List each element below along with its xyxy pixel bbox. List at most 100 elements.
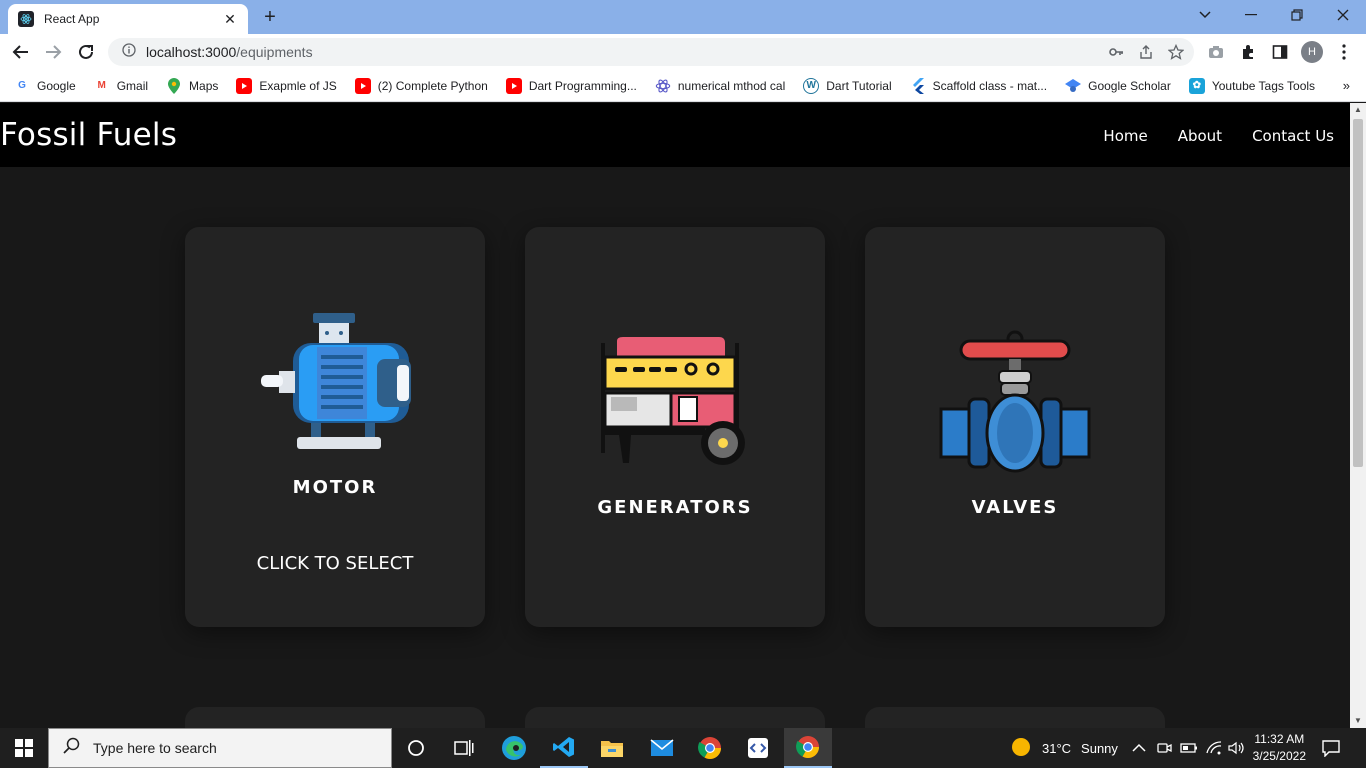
browser-tab[interactable]: React App ✕	[8, 4, 248, 34]
site-brand[interactable]: Fossil Fuels	[0, 117, 177, 153]
camera-icon[interactable]	[1204, 40, 1228, 64]
forward-button[interactable]	[40, 39, 66, 65]
motor-icon	[261, 313, 411, 449]
minimize-button[interactable]	[1228, 0, 1274, 30]
volume-icon[interactable]	[1228, 728, 1246, 768]
new-tab-button[interactable]: +	[258, 6, 282, 28]
bookmark-google[interactable]: G Google	[14, 78, 76, 94]
card-label: MOTOR	[292, 477, 378, 498]
equipment-card-valves[interactable]: VALVES	[865, 227, 1165, 627]
equipment-card-row2-2[interactable]	[525, 707, 825, 728]
bookmark-dart-programming[interactable]: Dart Programming...	[505, 77, 637, 94]
generator-icon	[601, 337, 745, 465]
task-view-icon[interactable]	[440, 728, 488, 768]
extensions-icon[interactable]	[1236, 40, 1260, 64]
card-label: VALVES	[971, 497, 1059, 518]
valve-icon	[939, 330, 1091, 473]
show-hidden-icons[interactable]	[1132, 728, 1146, 768]
battery-icon[interactable]	[1180, 728, 1198, 768]
card-label: GENERATORS	[597, 497, 753, 518]
scholar-icon	[1065, 78, 1082, 94]
react-icon	[18, 11, 34, 27]
equipment-card-generators[interactable]: GENERATORS	[525, 227, 825, 627]
maps-icon	[166, 77, 182, 94]
bookmark-gmail[interactable]: M Gmail	[94, 78, 149, 94]
equipment-card-row2-1[interactable]	[185, 707, 485, 728]
tab-search-icon[interactable]	[1182, 0, 1228, 30]
reload-button[interactable]	[73, 39, 99, 65]
side-panel-icon[interactable]	[1268, 40, 1292, 64]
clock-time: 11:32 AM	[1254, 732, 1305, 746]
page-scrollbar[interactable]: ▲ ▼	[1350, 103, 1366, 728]
profile-avatar[interactable]: H	[1300, 40, 1324, 64]
windows-taskbar: Type here to search 31°C Sunny 11:32 AM …	[0, 728, 1366, 768]
back-button[interactable]	[8, 39, 34, 65]
bookmark-exapmle-of-js[interactable]: Exapmle of JS	[236, 77, 337, 94]
star-icon[interactable]	[1167, 43, 1185, 65]
scrollbar-thumb[interactable]	[1353, 119, 1363, 467]
menu-icon[interactable]	[1332, 40, 1356, 64]
nav-home-link[interactable]: Home	[1103, 127, 1147, 145]
taskbar-search-box[interactable]: Type here to search	[48, 728, 392, 768]
youtube-icon	[354, 77, 371, 94]
chrome-active-icon[interactable]	[784, 728, 832, 768]
weather-text: Sunny	[1081, 740, 1118, 756]
equipment-card-row2-3[interactable]	[865, 707, 1165, 728]
weather-widget[interactable]: 31°C Sunny	[1010, 728, 1118, 768]
close-tab-icon[interactable]: ✕	[222, 11, 238, 28]
browser-toolbar: localhost:3000/equipments H	[0, 34, 1366, 70]
meet-now-icon[interactable]	[1156, 728, 1172, 768]
scroll-up-icon[interactable]: ▲	[1350, 103, 1366, 117]
sun-icon	[1010, 736, 1032, 761]
clock-date: 3/25/2022	[1252, 749, 1306, 763]
bookmark-youtube-tags-tools[interactable]: ✿ Youtube Tags Tools	[1188, 77, 1315, 94]
gmail-icon: M	[97, 80, 106, 91]
google-icon: G	[18, 80, 26, 91]
notifications-icon[interactable]	[1322, 728, 1340, 768]
share-icon[interactable]	[1138, 44, 1154, 65]
bookmark-complete-python[interactable]: (2) Complete Python	[354, 77, 488, 94]
site-navbar: Fossil Fuels Home About Contact Us	[0, 103, 1350, 167]
react-icon	[655, 78, 671, 94]
search-icon	[63, 737, 81, 760]
bookmark-dart-tutorial[interactable]: W Dart Tutorial	[803, 77, 892, 94]
wifi-icon[interactable]	[1206, 728, 1222, 768]
edge-icon[interactable]	[490, 728, 538, 768]
search-placeholder: Type here to search	[93, 740, 217, 756]
site-info-icon[interactable]	[122, 42, 136, 62]
page-viewport: Fossil Fuels Home About Contact Us MOTOR…	[0, 103, 1350, 728]
cortana-icon[interactable]	[392, 728, 440, 768]
vscode-icon[interactable]	[540, 728, 588, 768]
restore-button[interactable]	[1274, 0, 1320, 30]
nav-about-link[interactable]: About	[1178, 127, 1222, 145]
nav-links: Home About Contact Us	[1103, 127, 1334, 145]
close-window-button[interactable]	[1320, 0, 1366, 30]
youtube-icon	[505, 77, 522, 94]
weather-temp: 31°C	[1042, 740, 1072, 756]
url-text: localhost:3000/equipments	[146, 44, 313, 60]
equipment-card-motor[interactable]: MOTOR CLICK TO SELECT	[185, 227, 485, 627]
system-clock[interactable]: 11:32 AM 3/25/2022	[1253, 731, 1306, 765]
browser-tabstrip: React App ✕ +	[0, 0, 1366, 34]
more-bookmarks-icon[interactable]: »	[1343, 78, 1350, 93]
key-icon[interactable]	[1108, 44, 1124, 65]
wordpress-icon: W	[803, 77, 820, 94]
windows-start-icon[interactable]	[0, 728, 48, 768]
card-cta[interactable]: CLICK TO SELECT	[185, 553, 485, 574]
address-bar[interactable]: localhost:3000/equipments	[108, 38, 1194, 66]
bookmark-numerical-method[interactable]: numerical mthod cal	[655, 78, 785, 94]
tab-title: React App	[44, 12, 100, 26]
scroll-down-icon[interactable]: ▼	[1350, 714, 1366, 728]
chrome-icon[interactable]	[686, 728, 734, 768]
bookmarks-bar: G Google M Gmail Maps Exapmle of JS (2) …	[0, 70, 1366, 102]
bookmark-scaffold-class[interactable]: Scaffold class - mat...	[910, 77, 1047, 94]
youtube-icon	[236, 77, 253, 94]
bookmark-maps[interactable]: Maps	[166, 77, 218, 94]
tags-icon: ✿	[1188, 77, 1205, 94]
nav-contact-link[interactable]: Contact Us	[1252, 127, 1334, 145]
file-explorer-icon[interactable]	[588, 728, 636, 768]
mail-icon[interactable]	[638, 728, 686, 768]
bookmark-google-scholar[interactable]: Google Scholar	[1065, 78, 1171, 94]
code-app-icon[interactable]	[734, 728, 782, 768]
flutter-icon	[910, 77, 926, 94]
